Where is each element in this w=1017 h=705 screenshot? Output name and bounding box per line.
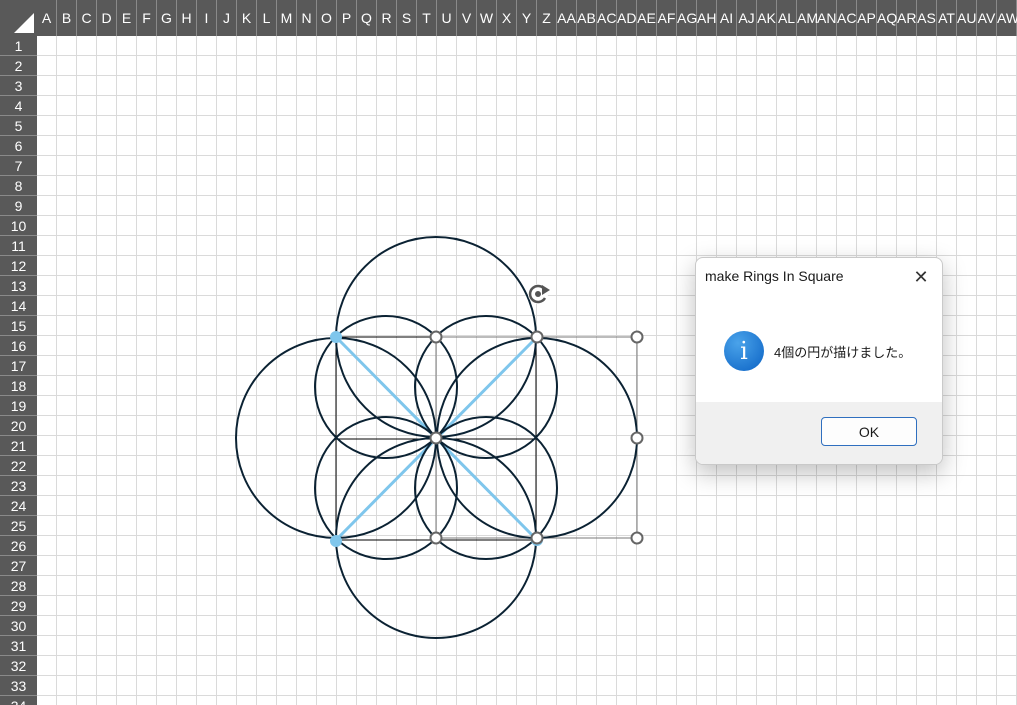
resize-handle-left[interactable] [429,431,443,445]
close-icon[interactable]: ✕ [908,264,934,290]
spreadsheet[interactable]: A B C D E F G H I J K L M N O P Q R S T U V W X Y Z AA AB AC AD AE AF AG… [0,0,1017,705]
ok-button[interactable]: OK [821,417,917,446]
info-icon: i [724,331,764,371]
resize-handle-bottom-left[interactable] [429,531,443,545]
resize-handle-bottom[interactable] [530,531,544,545]
dialog-body: i 4個の円が描けました。 [696,296,942,402]
dialog-message: 4個の円が描けました。 [774,345,912,360]
resize-handle-top-left[interactable] [429,330,443,344]
dialog-footer: OK [696,402,942,464]
rotate-handle-icon[interactable] [528,284,550,304]
dialog-title: make Rings In Square [705,268,844,284]
resize-handle-right[interactable] [630,431,644,445]
resize-handle-top[interactable] [530,330,544,344]
resize-handle-bottom-right[interactable] [630,531,644,545]
resize-handle-top-right[interactable] [630,330,644,344]
message-dialog[interactable]: make Rings In Square ✕ i 4個の円が描けました。 OK [695,257,943,465]
diagonal-endpoint[interactable] [330,331,342,343]
diagonal-endpoint[interactable] [330,535,342,547]
